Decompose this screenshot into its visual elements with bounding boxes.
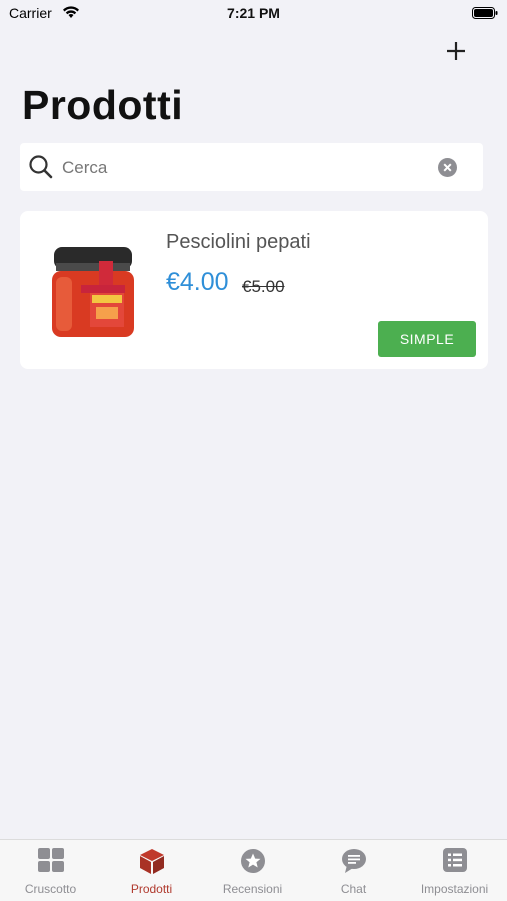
close-icon — [443, 163, 452, 172]
tab-label: Cruscotto — [24, 882, 77, 896]
search-bar — [20, 143, 483, 191]
tab-label: Impostazioni — [420, 882, 489, 896]
search-icon — [29, 155, 53, 179]
clear-search-button[interactable] — [438, 158, 457, 177]
product-type-badge: SIMPLE — [378, 321, 476, 357]
tab-bar: Cruscotto Prodotti Recensioni Chat Impos… — [0, 839, 507, 901]
product-old-price: €5.00 — [242, 277, 285, 296]
product-name: Pesciolini pepati — [166, 231, 311, 253]
tab-cruscotto[interactable]: Cruscotto — [0, 840, 101, 901]
tab-label: Chat — [340, 882, 367, 896]
tab-chat[interactable]: Chat — [303, 840, 404, 901]
page-title: Prodotti — [22, 82, 184, 128]
dashboard-icon — [37, 848, 64, 872]
tab-label: Recensioni — [222, 882, 283, 896]
tab-label: Prodotti — [130, 882, 173, 896]
product-image — [52, 247, 134, 337]
list-icon — [442, 848, 467, 872]
tab-impostazioni[interactable]: Impostazioni — [404, 840, 505, 901]
clock: 7:21 PM — [227, 5, 280, 21]
battery-icon — [472, 7, 498, 19]
tab-recensioni[interactable]: Recensioni — [202, 840, 303, 901]
add-product-button[interactable] — [443, 38, 469, 64]
search-input[interactable] — [60, 153, 444, 183]
status-bar: Carrier 7:21 PM — [0, 0, 507, 28]
product-card[interactable]: Pesciolini pepati €4.00 €5.00 SIMPLE — [20, 211, 488, 369]
tab-prodotti[interactable]: Prodotti — [101, 840, 202, 901]
box-icon — [139, 849, 164, 874]
chat-icon — [341, 849, 366, 873]
product-price: €4.00 — [166, 268, 229, 296]
star-icon — [240, 849, 265, 873]
